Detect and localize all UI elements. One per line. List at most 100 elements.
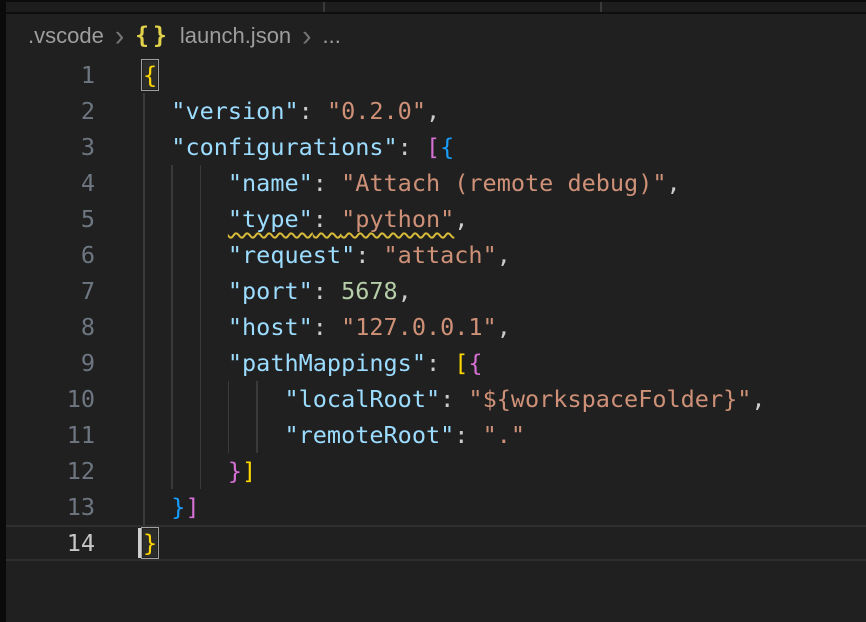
code-line[interactable]: 3 "configurations": [{ [6, 129, 866, 165]
code-line[interactable]: 2 "version": "0.2.0", [6, 93, 866, 129]
breadcrumb-file[interactable]: launch.json [180, 14, 291, 57]
code-token: "Attach (remote debug)" [341, 169, 666, 197]
code-token: "localRoot" [284, 385, 440, 413]
code-text: "request": "attach", [143, 237, 511, 273]
line-number[interactable]: 12 [6, 453, 95, 489]
line-number[interactable]: 13 [6, 489, 95, 525]
code-token: "127.0.0.1" [341, 313, 497, 341]
code-line[interactable]: 8 "host": "127.0.0.1", [6, 309, 866, 345]
line-number[interactable]: 5 [6, 201, 95, 237]
code-token: : [313, 277, 341, 305]
code-token: , [497, 241, 511, 269]
code-text: "pathMappings": [{ [143, 345, 483, 381]
code-text: "remoteRoot": "." [143, 417, 525, 453]
vscode-editor-window: .vscode › {} launch.json › ... 1{2 "vers… [0, 0, 866, 622]
tab-strip[interactable] [6, 0, 866, 14]
editor-group: .vscode › {} launch.json › ... 1{2 "vers… [6, 0, 866, 622]
code-token [143, 133, 171, 161]
code-token: ] [242, 457, 256, 485]
code-token: : [299, 97, 327, 125]
code-line[interactable]: 4 "name": "Attach (remote debug)", [6, 165, 866, 201]
code-text: { [143, 57, 157, 93]
code-token: "type" [228, 205, 313, 233]
code-token [143, 457, 228, 485]
json-braces-icon: {} [135, 23, 171, 49]
code-token [143, 97, 171, 125]
line-number[interactable]: 9 [6, 345, 95, 381]
code-line[interactable]: 9 "pathMappings": [{ [6, 345, 866, 381]
code-token: , [667, 169, 681, 197]
code-token: "configurations" [171, 133, 397, 161]
code-token: : [313, 313, 341, 341]
code-token [143, 169, 228, 197]
code-line[interactable]: 1{ [6, 57, 866, 93]
code-token: "request" [228, 241, 355, 269]
tab-separator [323, 2, 325, 12]
code-token: : [313, 169, 341, 197]
code-text: "port": 5678, [143, 273, 412, 309]
code-token [143, 385, 284, 413]
line-number[interactable]: 3 [6, 129, 95, 165]
code-line[interactable]: 6 "request": "attach", [6, 237, 866, 273]
line-number[interactable]: 14 [6, 525, 95, 561]
code-token: 5678 [341, 277, 398, 305]
code-token: "remoteRoot" [284, 421, 454, 449]
code-token: , [454, 205, 468, 233]
line-number[interactable]: 2 [6, 93, 95, 129]
code-token: "0.2.0" [327, 97, 426, 125]
code-line[interactable]: 7 "port": 5678, [6, 273, 866, 309]
code-text: } [143, 525, 157, 561]
code-line[interactable]: 10 "localRoot": "${workspaceFolder}", [6, 381, 866, 417]
code-text: "localRoot": "${workspaceFolder}", [143, 381, 766, 417]
code-token [143, 313, 228, 341]
code-token: : [440, 385, 468, 413]
breadcrumb: .vscode › {} launch.json › ... [6, 14, 866, 57]
code-text: "version": "0.2.0", [143, 93, 440, 129]
code-text: "name": "Attach (remote debug)", [143, 165, 681, 201]
code-text: "type": "python", [143, 201, 468, 237]
code-token [143, 493, 171, 521]
line-number[interactable]: 1 [6, 57, 95, 93]
chevron-right-icon: › [115, 15, 124, 57]
code-token: [ [454, 349, 468, 377]
code-token: , [497, 313, 511, 341]
breadcrumb-folder[interactable]: .vscode [28, 14, 104, 57]
bracket-match: } [143, 529, 157, 557]
code-token: , [751, 385, 765, 413]
code-line[interactable]: 12 }] [6, 453, 866, 489]
line-number[interactable]: 7 [6, 273, 95, 309]
code-token: "port" [228, 277, 313, 305]
code-token: "." [483, 421, 525, 449]
line-number[interactable]: 11 [6, 417, 95, 453]
code-token: "pathMappings" [228, 349, 426, 377]
code-line[interactable]: 13 }] [6, 489, 866, 525]
code-token [143, 277, 228, 305]
code-text: "configurations": [{ [143, 129, 454, 165]
code-line[interactable]: 14} [6, 525, 866, 561]
code-token [143, 205, 228, 233]
code-token: , [426, 97, 440, 125]
line-number[interactable]: 10 [6, 381, 95, 417]
code-token: : [398, 133, 426, 161]
window-left-edge [0, 0, 6, 622]
code-token: "attach" [384, 241, 497, 269]
line-number[interactable]: 6 [6, 237, 95, 273]
code-text: }] [143, 489, 200, 525]
code-token: { [440, 133, 454, 161]
line-number[interactable]: 8 [6, 309, 95, 345]
code-token: , [398, 277, 412, 305]
code-token [143, 349, 228, 377]
code-line[interactable]: 5 "type": "python", [6, 201, 866, 237]
tab-separator [600, 2, 602, 12]
code-text: }] [143, 453, 256, 489]
line-number[interactable]: 4 [6, 165, 95, 201]
code-area: 1{2 "version": "0.2.0",3 "configurations… [6, 57, 866, 561]
code-token: : [426, 349, 454, 377]
code-token: } [171, 493, 185, 521]
code-token: "version" [171, 97, 298, 125]
code-line[interactable]: 11 "remoteRoot": "." [6, 417, 866, 453]
code-token [143, 241, 228, 269]
code-token: : [355, 241, 383, 269]
breadcrumb-symbol[interactable]: ... [323, 14, 341, 57]
code-token: "python" [341, 205, 454, 233]
